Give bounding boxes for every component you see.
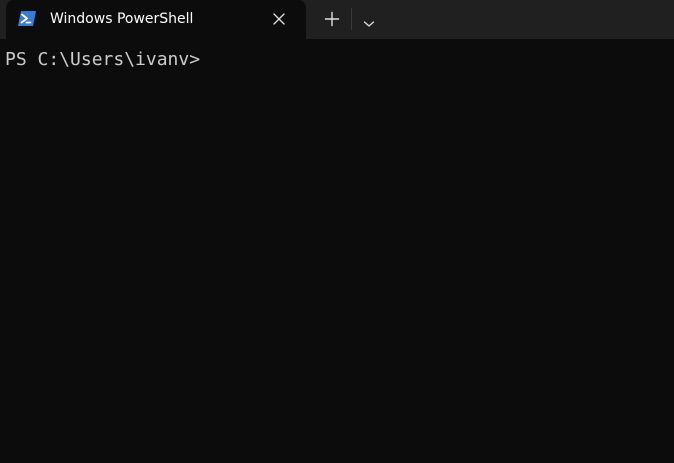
- close-icon[interactable]: [269, 9, 289, 29]
- tab-windows-powershell[interactable]: Windows PowerShell: [6, 0, 306, 39]
- tab-divider: [351, 8, 352, 30]
- terminal-output[interactable]: PS C:\Users\ivanv>: [0, 39, 674, 463]
- tab-title: Windows PowerShell: [50, 11, 194, 27]
- tab-bar: Windows PowerShell: [0, 0, 674, 39]
- plus-icon: [324, 11, 340, 27]
- powershell-icon: [18, 11, 36, 26]
- chevron-down-icon: [363, 14, 375, 27]
- command-prompt: PS C:\Users\ivanv>: [5, 49, 201, 70]
- new-tab-button[interactable]: [317, 5, 347, 33]
- new-tab-dropdown-button[interactable]: [355, 5, 383, 33]
- terminal-window: Windows PowerShell PS C:\Users\ivanv>: [0, 0, 674, 463]
